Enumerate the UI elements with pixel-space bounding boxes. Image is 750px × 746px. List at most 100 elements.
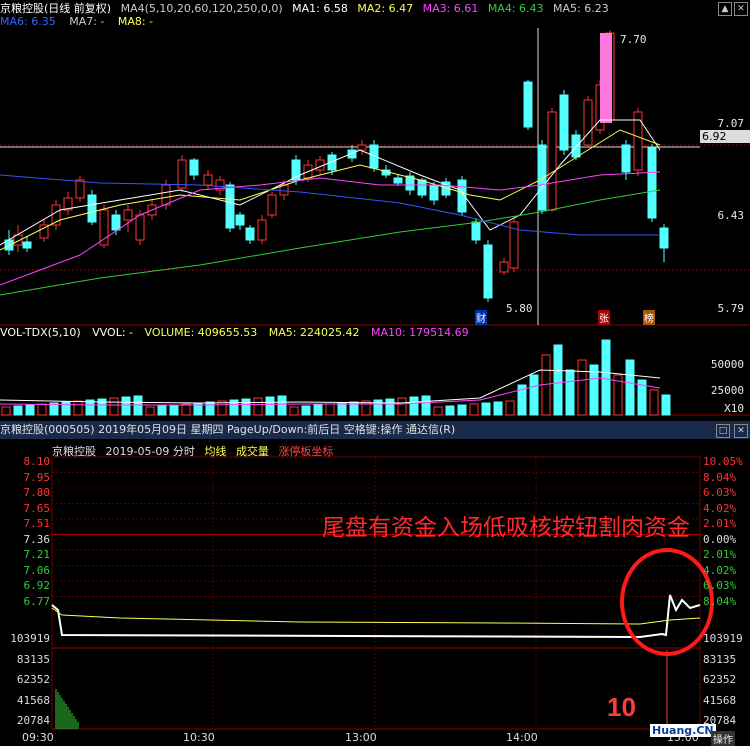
- close-icon[interactable]: ✕: [734, 424, 748, 438]
- vvol-value: VVOL: -: [92, 326, 134, 339]
- volume-bar: [433, 406, 443, 416]
- candlestick: [99, 205, 109, 248]
- right-axis-label: 6.03%: [703, 486, 737, 499]
- left-axis-label: 62352: [16, 673, 50, 686]
- kline-chart[interactable]: [0, 0, 750, 420]
- volume-bar: [73, 400, 83, 416]
- volume-bar: [577, 359, 587, 416]
- candlestick: [215, 176, 225, 195]
- vol-indicator-name[interactable]: VOL-TDX(5,10): [0, 326, 81, 339]
- maximize-icon[interactable]: □: [716, 424, 730, 438]
- limit-up-candle: [600, 33, 612, 123]
- volume-bar: [121, 396, 131, 416]
- time-1300: 13:00: [345, 731, 377, 744]
- volume-bar: [277, 395, 287, 416]
- left-axis-label: 41568: [16, 693, 50, 707]
- candlestick: [393, 174, 403, 186]
- volume-bar: [565, 369, 575, 416]
- volume-bar: [505, 400, 515, 416]
- candlestick: [235, 212, 245, 230]
- left-axis-label: 7.06: [23, 563, 51, 577]
- candlestick: [257, 215, 267, 244]
- candlestick: [547, 108, 557, 212]
- volume-bar: [253, 397, 263, 416]
- volume-bar: [37, 403, 47, 416]
- volume-bar: [445, 405, 455, 416]
- left-axis-label: 20784: [16, 714, 50, 727]
- volume-bar: [25, 404, 35, 416]
- left-axis-label: 7.36: [23, 532, 51, 546]
- price-cursor-label: 6.92: [700, 130, 750, 143]
- volume-bar: [409, 396, 419, 416]
- price-line: [51, 594, 701, 639]
- operation-button[interactable]: 操作: [711, 731, 735, 746]
- badge-limit-up[interactable]: 张: [598, 310, 610, 325]
- vol-ma10-value: MA10: 179514.69: [370, 326, 469, 339]
- right-axis-label: 10.05%: [703, 455, 743, 468]
- candlestick: [87, 190, 97, 225]
- volume-bar: [469, 403, 479, 416]
- ma-line-3: [0, 171, 661, 286]
- badge-finance[interactable]: 财: [475, 310, 487, 325]
- price-label-707: 7.07: [717, 117, 745, 130]
- volume-bar: [157, 405, 167, 416]
- badge-rank[interactable]: 榜: [643, 310, 655, 325]
- candlestick: [509, 218, 519, 272]
- candlestick: [659, 224, 669, 262]
- volume-bar: [97, 398, 107, 416]
- vol-axis-x10: X10: [724, 402, 744, 415]
- volume-bar: [265, 396, 275, 416]
- intraday-chart[interactable]: [0, 440, 750, 746]
- candlestick: [177, 155, 187, 192]
- watermark-logo: 10: [607, 692, 636, 722]
- volume-bar: [241, 398, 251, 416]
- candlestick: [633, 108, 643, 176]
- candlestick: [4, 230, 14, 255]
- volume-bar: [529, 374, 539, 416]
- volume-bar: [397, 397, 407, 416]
- candlestick: [405, 172, 415, 195]
- right-axis-label: 2.01%: [703, 548, 737, 561]
- volume-bar: [289, 406, 299, 416]
- price-label-643: 6.43: [717, 209, 745, 222]
- volume-bar: [337, 402, 347, 416]
- right-axis-label: 103919: [703, 632, 743, 645]
- volume-bar: [325, 403, 335, 416]
- left-axis-label: 7.65: [23, 501, 51, 515]
- volume-bar: [601, 339, 611, 416]
- candlestick: [63, 192, 73, 215]
- volume-bar: [661, 394, 671, 416]
- price-label-579: 5.79: [717, 302, 745, 315]
- volume-bar: [61, 401, 71, 416]
- volume-bar: [1, 406, 11, 416]
- left-axis-label: 6.77: [23, 594, 51, 608]
- volume-bar: [649, 389, 659, 416]
- volume-bar: [589, 364, 599, 416]
- candlestick: [225, 182, 235, 232]
- vol-axis-25000: 25000: [710, 384, 744, 397]
- time-1400: 14:00: [506, 731, 538, 744]
- volume-legend: VOL-TDX(5,10) VVOL: - VOLUME: 409655.53 …: [0, 326, 477, 340]
- left-axis-label: 7.95: [23, 470, 51, 484]
- left-axis-label: 83135: [16, 652, 50, 666]
- right-axis-label: 4.02%: [703, 563, 737, 577]
- volume-bar: [313, 404, 323, 416]
- left-axis-label: 7.80: [23, 486, 51, 499]
- vol-ma5-value: MA5: 224025.42: [268, 326, 360, 339]
- price-label-low: 5.80: [506, 302, 533, 315]
- intraday-title: 京粮控股(000505) 2019年05月09日 星期四 PageUp/Down…: [0, 423, 456, 436]
- candlestick: [357, 140, 367, 155]
- candlestick: [583, 96, 593, 148]
- right-axis-label: 62352: [703, 673, 737, 686]
- left-axis-label: 8.10: [23, 455, 51, 468]
- candlestick: [647, 144, 657, 222]
- candlestick: [457, 176, 467, 215]
- volume-bar: [421, 395, 431, 416]
- candlestick: [559, 90, 569, 155]
- candlestick: [267, 192, 277, 218]
- candlestick: [499, 258, 509, 275]
- volume-bar: [385, 398, 395, 416]
- volume-bar: [481, 402, 491, 416]
- intraday-titlebar[interactable]: 京粮控股(000505) 2019年05月09日 星期四 PageUp/Down…: [0, 421, 750, 439]
- left-axis-label: 103919: [10, 632, 50, 645]
